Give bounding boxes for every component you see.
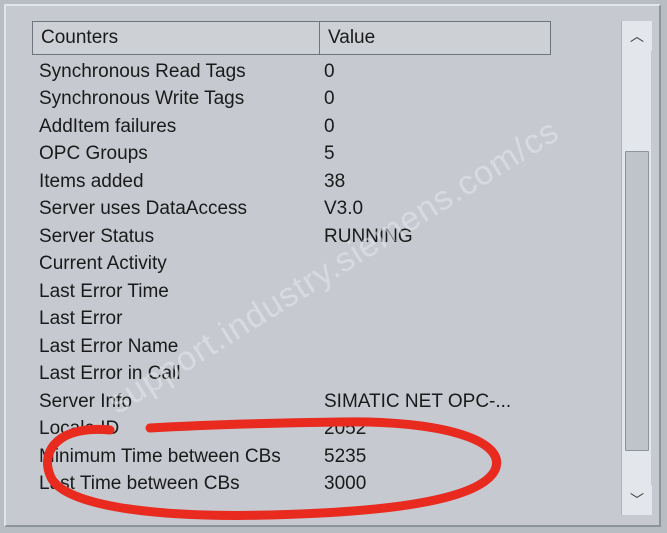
counter-value: 2052 [319,418,551,440]
counter-label: Server Status [32,226,319,248]
table-row[interactable]: Server uses DataAccess V3.0 [32,196,649,224]
counter-value: 0 [319,61,551,83]
counter-label: AddItem failures [32,116,319,138]
counter-label: Last Error Name [32,336,319,358]
table-row[interactable]: Current Activity [32,251,649,279]
counter-label: Server uses DataAccess [32,198,319,220]
table-row[interactable]: AddItem failures 0 [32,113,649,141]
scroll-down-arrow-icon[interactable]: ﹀ [622,485,652,515]
table-header-row: Counters Value [32,21,649,55]
table-row[interactable]: Server Status RUNNING [32,223,649,251]
table-row[interactable]: Server Info SIMATIC NET OPC-... [32,388,649,416]
table-row[interactable]: Last Error [32,306,649,334]
column-header-value[interactable]: Value [319,21,551,55]
table-row[interactable]: Last Error in Call [32,361,649,389]
counter-label: Current Activity [32,253,319,275]
table-row[interactable]: Locale ID 2052 [32,416,649,444]
counter-label: Last Error Time [32,281,319,303]
table-row[interactable]: Minimum Time between CBs 5235 [32,443,649,471]
counter-label: OPC Groups [32,143,319,165]
counter-value: 38 [319,171,551,193]
table-row[interactable]: Last Time between CBs 3000 [32,471,649,499]
counter-value: 3000 [319,473,551,495]
table-row[interactable]: Synchronous Read Tags 0 [32,58,649,86]
counter-value: SIMATIC NET OPC-... [319,391,551,413]
counter-value: 0 [319,88,551,110]
counter-value: RUNNING [319,226,551,248]
table-row[interactable]: Last Error Time [32,278,649,306]
counter-value: 5 [319,143,551,165]
table-row[interactable]: Synchronous Write Tags 0 [32,86,649,114]
vertical-scrollbar[interactable]: ︿ ﹀ [621,21,651,515]
counter-value: 0 [319,116,551,138]
table-row[interactable]: Items added 38 [32,168,649,196]
counter-label: Last Error in Call [32,363,319,385]
counter-label: Last Time between CBs [32,473,319,495]
counters-table: Counters Value Synchronous Read Tags 0 S… [32,21,649,515]
table-row[interactable]: Last Error Name [32,333,649,361]
counter-label: Synchronous Write Tags [32,88,319,110]
table-row[interactable]: OPC Groups 5 [32,141,649,169]
counter-label: Items added [32,171,319,193]
scroll-up-arrow-icon[interactable]: ︿ [622,21,652,51]
table-body: Synchronous Read Tags 0 Synchronous Writ… [32,55,649,498]
counter-label: Last Error [32,308,319,330]
scroll-thumb[interactable] [625,151,649,451]
panel-frame: Counters Value Synchronous Read Tags 0 S… [4,4,661,527]
counter-value: 5235 [319,446,551,468]
column-header-counters[interactable]: Counters [32,21,319,55]
counter-label: Minimum Time between CBs [32,446,319,468]
counter-value: V3.0 [319,198,551,220]
counter-label: Server Info [32,391,319,413]
counter-label: Synchronous Read Tags [32,61,319,83]
counter-label: Locale ID [32,418,319,440]
